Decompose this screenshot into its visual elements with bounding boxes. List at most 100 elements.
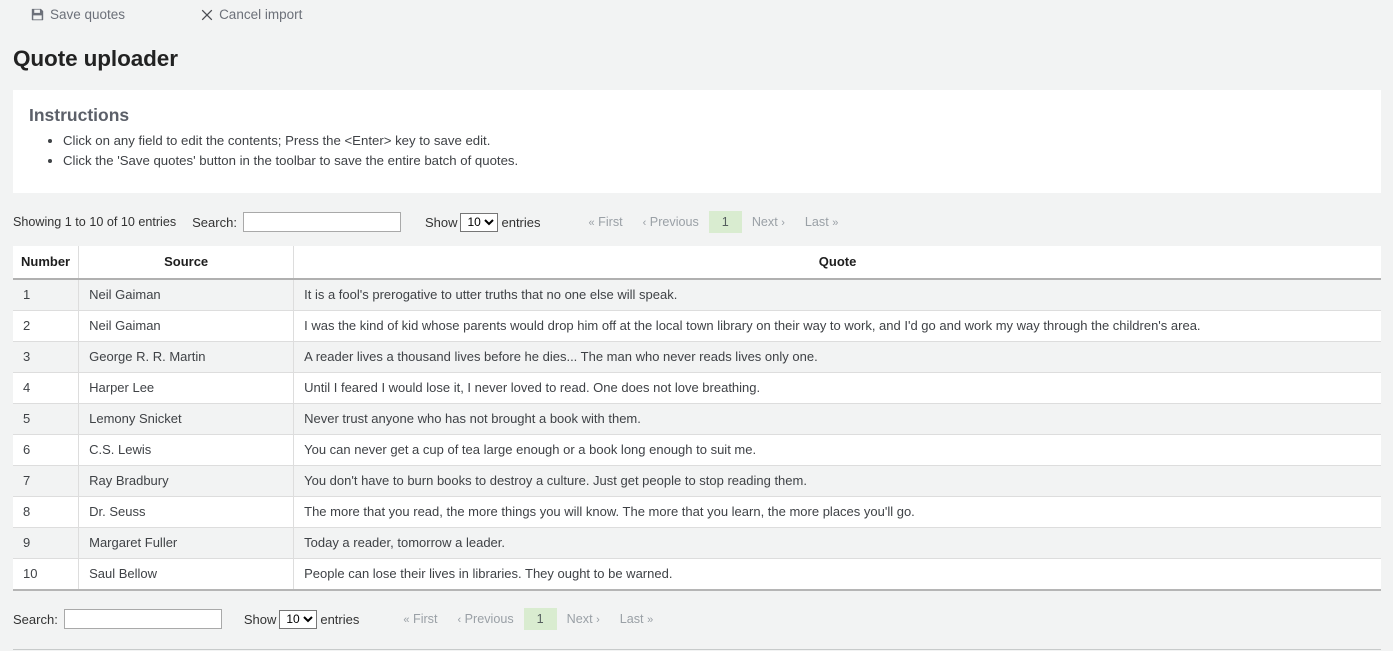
save-quotes-label: Save quotes [50, 7, 125, 22]
chevron-left-icon: ‹ [457, 614, 461, 626]
toolbar: Save quotes Cancel import [0, 0, 1393, 29]
table-head: Number Source Quote [13, 246, 1381, 279]
list-item: Click the 'Save quotes' button in the to… [63, 152, 1365, 171]
instructions-list: Click on any field to edit the contents;… [29, 132, 1365, 170]
chevron-left-icon: ‹ [643, 217, 647, 229]
search-input[interactable] [64, 609, 222, 629]
pagination-top: « First ‹ Previous 1 Next › Last » [579, 211, 849, 233]
cell-quote[interactable]: The more that you read, the more things … [294, 497, 1381, 528]
table-controls-bottom: Search: Show 10 entries « First ‹ Previo… [13, 605, 1393, 633]
cell-source[interactable]: Neil Gaiman [79, 311, 294, 342]
chevron-right-icon: › [781, 217, 785, 229]
cell-source[interactable]: C.S. Lewis [79, 435, 294, 466]
pagination-next[interactable]: Next › [557, 609, 610, 629]
pagination-last-label: Last [620, 612, 644, 626]
cell-number[interactable]: 3 [13, 342, 79, 373]
cell-number[interactable]: 9 [13, 528, 79, 559]
cell-source[interactable]: Saul Bellow [79, 559, 294, 591]
cell-number[interactable]: 1 [13, 279, 79, 311]
cell-number[interactable]: 6 [13, 435, 79, 466]
cell-quote[interactable]: It is a fool's prerogative to utter trut… [294, 279, 1381, 311]
cell-number[interactable]: 7 [13, 466, 79, 497]
page-title: Quote uploader [0, 29, 1393, 72]
column-header-source[interactable]: Source [79, 246, 294, 279]
pagination-first[interactable]: « First [579, 212, 633, 232]
column-header-quote[interactable]: Quote [294, 246, 1381, 279]
cell-quote[interactable]: I was the kind of kid whose parents woul… [294, 311, 1381, 342]
pagination-first[interactable]: « First [393, 609, 447, 629]
table-row[interactable]: 10 Saul Bellow People can lose their liv… [13, 559, 1381, 591]
quotes-table-wrapper: Number Source Quote 1 Neil Gaiman It is … [13, 246, 1381, 591]
cell-source[interactable]: Lemony Snicket [79, 404, 294, 435]
page-length-select[interactable]: 10 [279, 610, 317, 629]
cancel-import-label: Cancel import [219, 7, 302, 22]
cell-source[interactable]: Neil Gaiman [79, 279, 294, 311]
cell-source[interactable]: George R. R. Martin [79, 342, 294, 373]
instructions-panel: Instructions Click on any field to edit … [13, 90, 1381, 193]
cancel-import-button[interactable]: Cancel import [195, 5, 310, 24]
cell-source[interactable]: Harper Lee [79, 373, 294, 404]
pagination-next-label: Next [752, 215, 778, 229]
table-row[interactable]: 9 Margaret Fuller Today a reader, tomorr… [13, 528, 1381, 559]
column-header-number[interactable]: Number [13, 246, 79, 279]
pagination-first-label: First [598, 215, 622, 229]
table-row[interactable]: 6 C.S. Lewis You can never get a cup of … [13, 435, 1381, 466]
cell-number[interactable]: 4 [13, 373, 79, 404]
cell-number[interactable]: 2 [13, 311, 79, 342]
cell-quote[interactable]: You don't have to burn books to destroy … [294, 466, 1381, 497]
pagination-last[interactable]: Last » [795, 212, 848, 232]
table-row[interactable]: 5 Lemony Snicket Never trust anyone who … [13, 404, 1381, 435]
cell-quote[interactable]: People can lose their lives in libraries… [294, 559, 1381, 591]
times-close-icon [201, 9, 213, 21]
entries-label: entries [501, 215, 540, 230]
pagination-page-1[interactable]: 1 [524, 608, 557, 630]
cell-quote[interactable]: Until I feared I would lose it, I never … [294, 373, 1381, 404]
search-filter-bottom: Search: [13, 609, 222, 629]
cell-quote[interactable]: A reader lives a thousand lives before h… [294, 342, 1381, 373]
cell-quote[interactable]: You can never get a cup of tea large eno… [294, 435, 1381, 466]
pagination-next[interactable]: Next › [742, 212, 795, 232]
cell-source[interactable]: Dr. Seuss [79, 497, 294, 528]
cell-number[interactable]: 5 [13, 404, 79, 435]
double-chevron-left-icon: « [589, 217, 595, 229]
table-controls-top: Showing 1 to 10 of 10 entries Search: Sh… [13, 208, 1393, 236]
cell-source[interactable]: Margaret Fuller [79, 528, 294, 559]
table-row[interactable]: 3 George R. R. Martin A reader lives a t… [13, 342, 1381, 373]
save-quotes-button[interactable]: Save quotes [25, 5, 133, 24]
table-row[interactable]: 8 Dr. Seuss The more that you read, the … [13, 497, 1381, 528]
table-info: Showing 1 to 10 of 10 entries [13, 215, 176, 229]
page-length-select[interactable]: 10 [460, 213, 498, 232]
cell-quote[interactable]: Today a reader, tomorrow a leader. [294, 528, 1381, 559]
cell-quote[interactable]: Never trust anyone who has not brought a… [294, 404, 1381, 435]
table-row[interactable]: 4 Harper Lee Until I feared I would lose… [13, 373, 1381, 404]
table-body: 1 Neil Gaiman It is a fool's prerogative… [13, 279, 1381, 590]
instructions-heading: Instructions [29, 104, 1365, 126]
table-row[interactable]: 1 Neil Gaiman It is a fool's prerogative… [13, 279, 1381, 311]
chevron-right-icon: › [596, 614, 600, 626]
cell-number[interactable]: 10 [13, 559, 79, 591]
table-header-row: Number Source Quote [13, 246, 1381, 279]
search-filter-top: Search: [192, 212, 401, 232]
footer-divider [13, 649, 1381, 650]
search-input[interactable] [243, 212, 401, 232]
page-length-selector-top: Show 10 entries [425, 213, 541, 232]
show-label: Show [425, 215, 458, 230]
table-row[interactable]: 7 Ray Bradbury You don't have to burn bo… [13, 466, 1381, 497]
pagination-first-label: First [413, 612, 437, 626]
pagination-previous-label: Previous [465, 612, 514, 626]
double-chevron-right-icon: » [832, 217, 838, 229]
search-label: Search: [13, 612, 58, 627]
pagination-bottom: « First ‹ Previous 1 Next › Last » [393, 608, 663, 630]
floppy-save-icon [31, 8, 44, 21]
pagination-last[interactable]: Last » [610, 609, 663, 629]
cell-number[interactable]: 8 [13, 497, 79, 528]
cell-source[interactable]: Ray Bradbury [79, 466, 294, 497]
pagination-page-1[interactable]: 1 [709, 211, 742, 233]
pagination-previous[interactable]: ‹ Previous [633, 212, 709, 232]
pagination-previous[interactable]: ‹ Previous [447, 609, 523, 629]
list-item: Click on any field to edit the contents;… [63, 132, 1365, 151]
search-label: Search: [192, 215, 237, 230]
page-length-selector-bottom: Show 10 entries [244, 610, 360, 629]
table-row[interactable]: 2 Neil Gaiman I was the kind of kid whos… [13, 311, 1381, 342]
pagination-last-label: Last [805, 215, 829, 229]
